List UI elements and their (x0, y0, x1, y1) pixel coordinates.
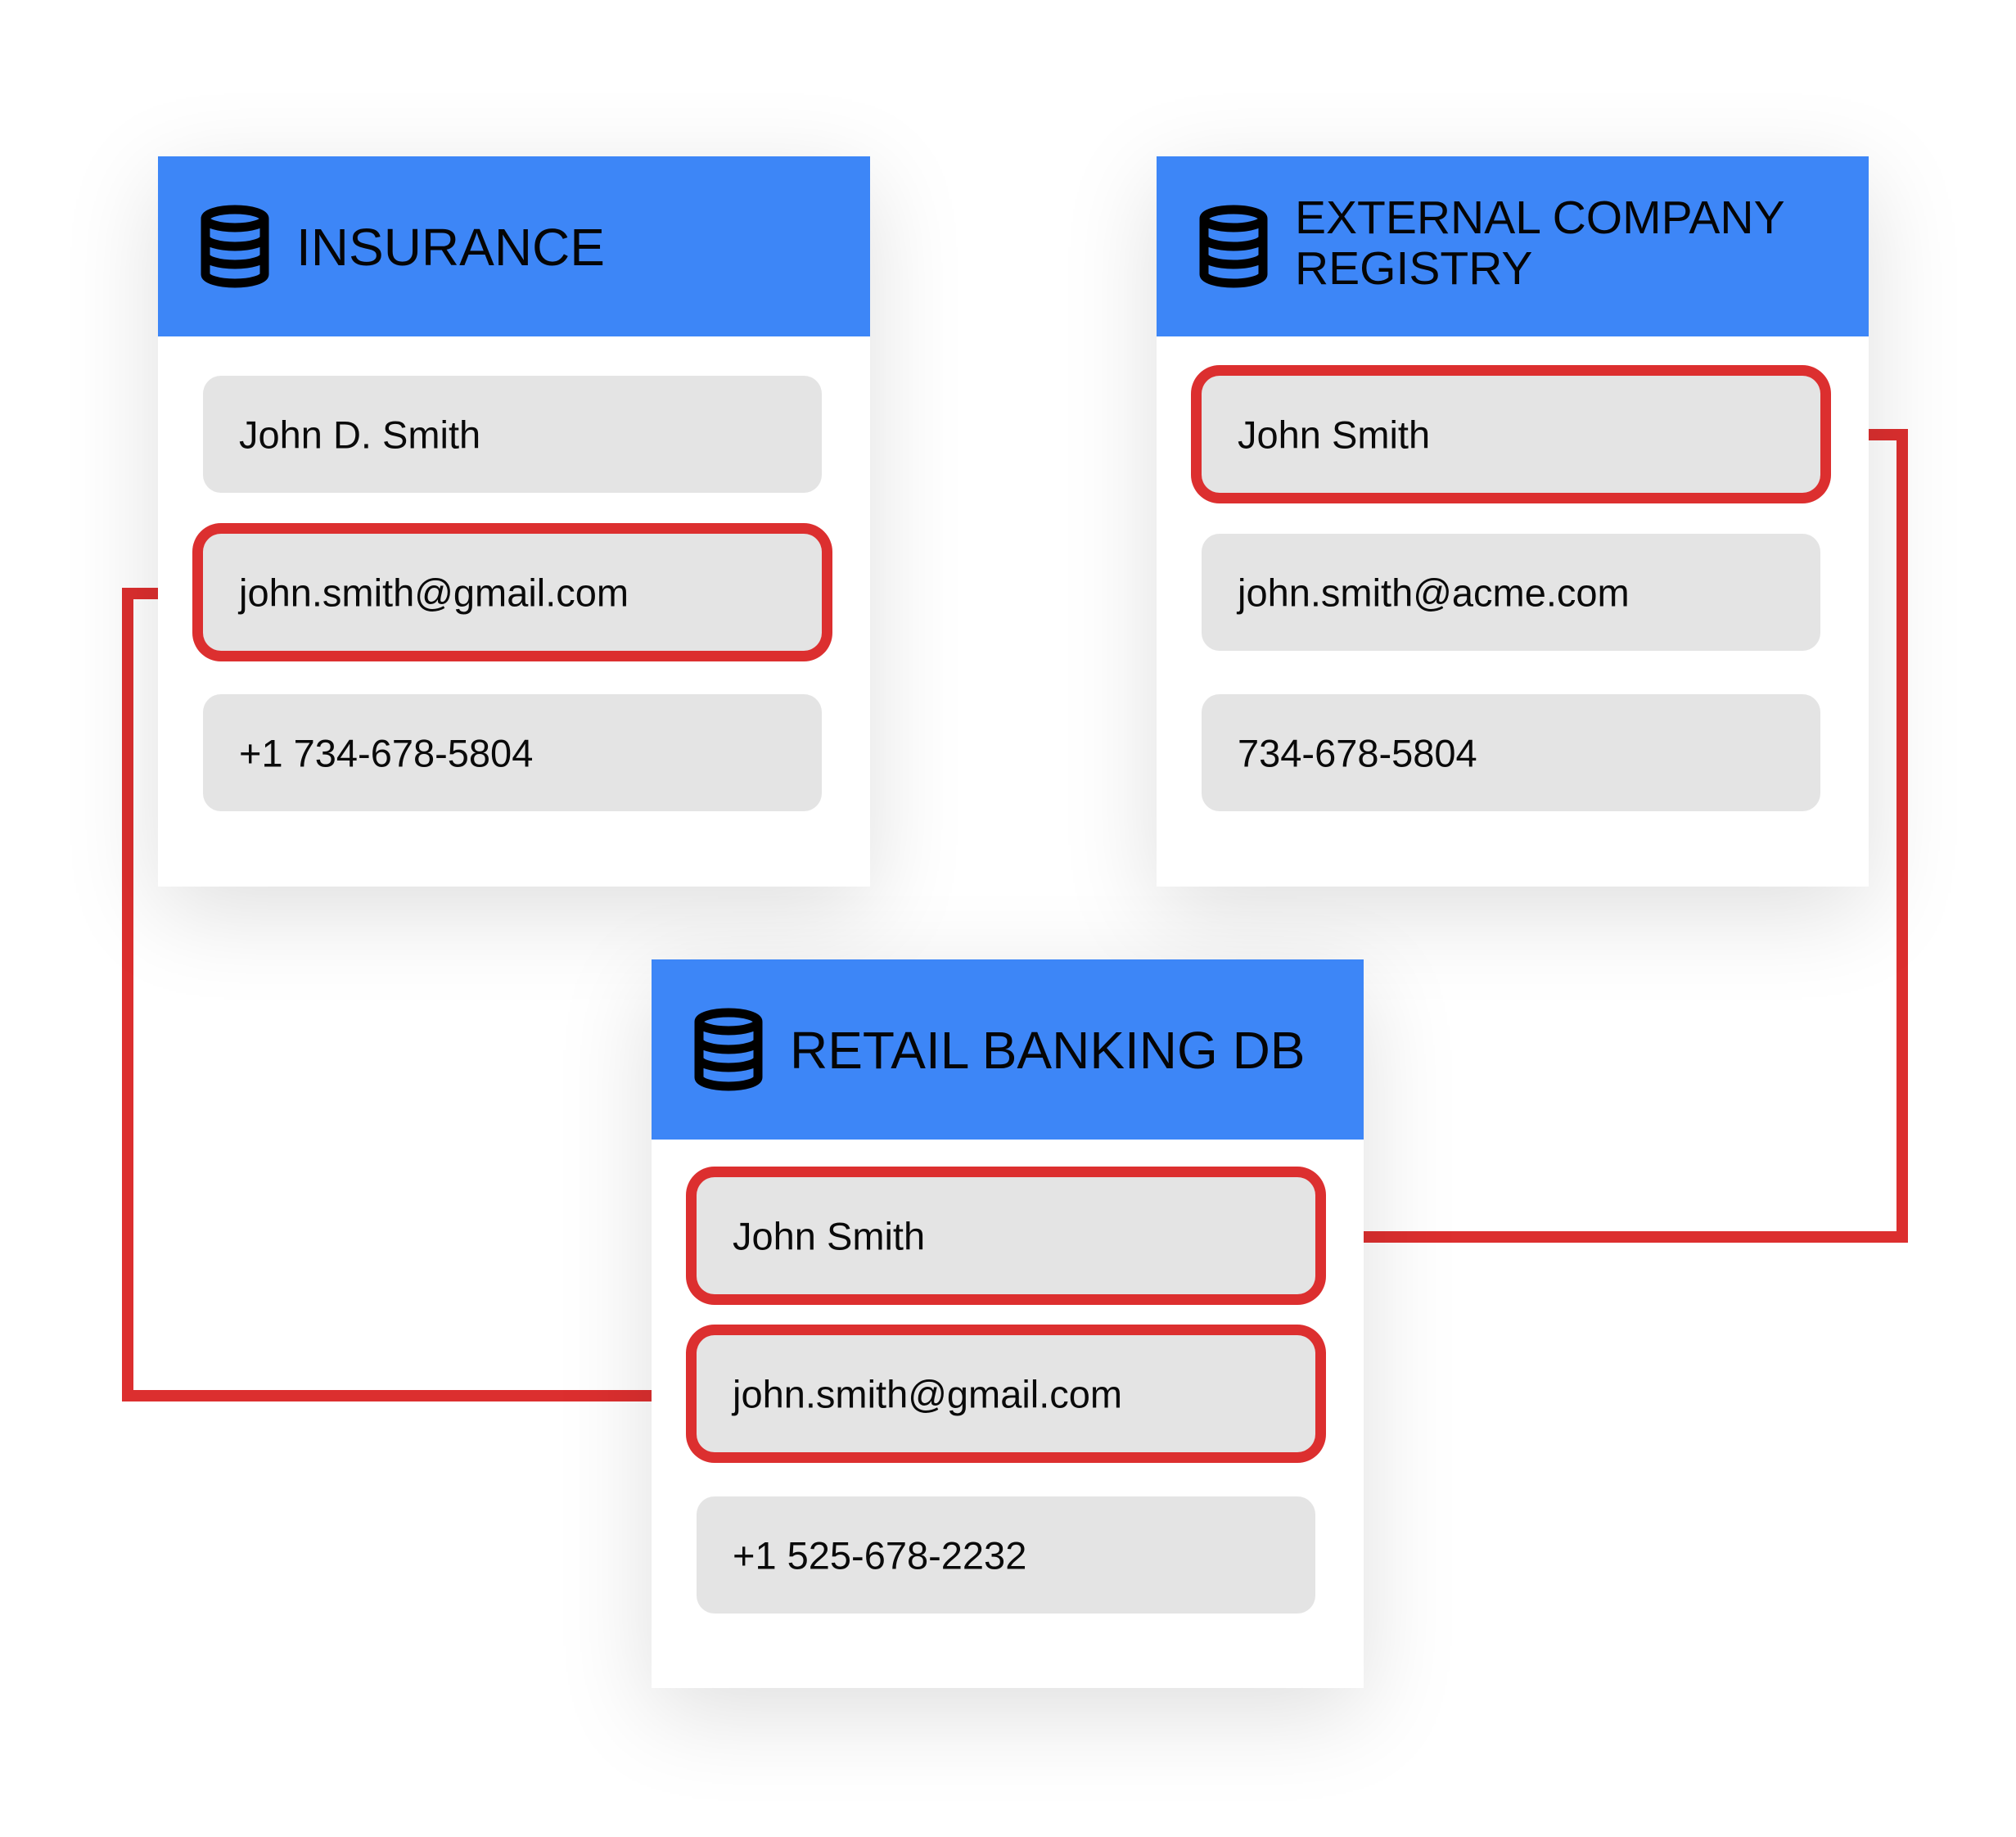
field-value: john.smith@gmail.com (733, 1372, 1123, 1415)
retail-banking-db-card: RETAIL BANKING DB John Smith john.smith@… (652, 959, 1364, 1688)
name-field-highlighted: John Smith (1202, 376, 1820, 493)
phone-field: +1 734-678-5804 (203, 694, 822, 811)
card-title: RETAIL BANKING DB (790, 1021, 1306, 1080)
email-field-highlighted: john.smith@gmail.com (203, 534, 822, 651)
name-field: John D. Smith (203, 376, 822, 493)
field-value: John Smith (1238, 413, 1431, 456)
name-field-highlighted: John Smith (697, 1177, 1315, 1294)
title-line-2: REGISTRY (1295, 242, 1533, 295)
email-field: john.smith@acme.com (1202, 534, 1820, 651)
external-company-registry-card: EXTERNAL COMPANY REGISTRY John Smith joh… (1157, 156, 1869, 887)
field-value: john.smith@acme.com (1238, 571, 1630, 614)
field-value: john.smith@gmail.com (239, 571, 629, 614)
email-field-highlighted: john.smith@gmail.com (697, 1335, 1315, 1452)
card-header: INSURANCE (158, 156, 870, 336)
field-value: John Smith (733, 1214, 926, 1257)
field-value: John D. Smith (239, 413, 481, 456)
insurance-card: INSURANCE John D. Smith john.smith@gmail… (158, 156, 870, 887)
card-title: EXTERNAL COMPANY REGISTRY (1295, 192, 1785, 294)
card-title: INSURANCE (296, 218, 605, 277)
field-value: +1 734-678-5804 (239, 731, 534, 774)
database-icon (201, 205, 269, 288)
database-icon (694, 1008, 763, 1091)
field-value: +1 525-678-2232 (733, 1533, 1027, 1577)
phone-field: +1 525-678-2232 (697, 1496, 1315, 1614)
card-header: RETAIL BANKING DB (652, 959, 1364, 1140)
field-value: 734-678-5804 (1238, 731, 1477, 774)
card-header: EXTERNAL COMPANY REGISTRY (1157, 156, 1869, 336)
phone-field: 734-678-5804 (1202, 694, 1820, 811)
title-line-1: EXTERNAL COMPANY (1295, 192, 1785, 244)
database-icon (1199, 205, 1268, 288)
